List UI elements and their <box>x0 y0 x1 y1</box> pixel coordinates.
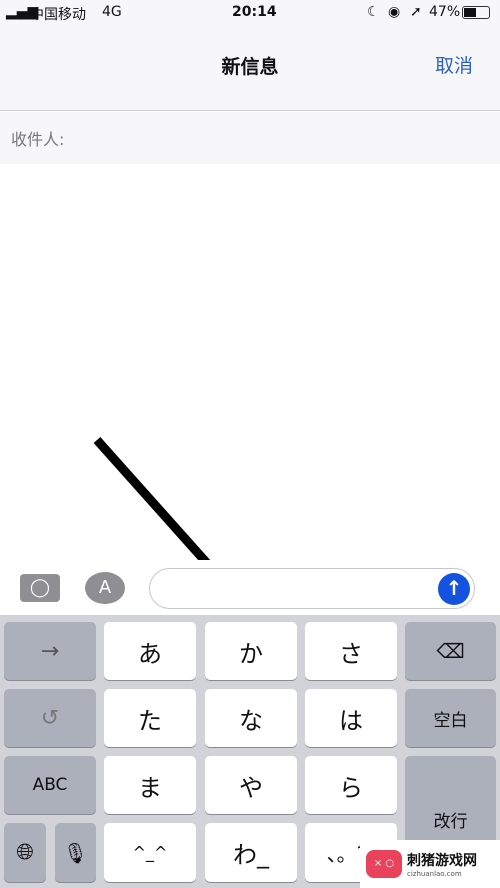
arrow-up-icon: ↑ <box>445 576 463 600</box>
abc-key[interactable]: ABC <box>4 756 96 814</box>
globe-key[interactable]: 🌐︎ <box>4 823 46 882</box>
watermark-name: 刺猪游戏网 <box>407 853 477 869</box>
message-input[interactable]: ↑ <box>149 568 475 609</box>
next-key[interactable]: → <box>4 622 96 680</box>
key-ya[interactable]: や <box>205 756 297 814</box>
key-wa[interactable]: わ_ <box>205 823 297 882</box>
app-store-icon[interactable]: A <box>85 572 125 604</box>
undo-icon: ↺ <box>40 705 60 731</box>
undo-key[interactable]: ↺ <box>4 689 96 747</box>
watermark: × ○ 刺猪游戏网 cizhuanlao.com <box>360 840 500 888</box>
space-key[interactable]: 空白 <box>405 689 496 747</box>
mic-key[interactable]: 🎙︎ <box>55 823 96 882</box>
send-button[interactable]: ↑ <box>438 573 470 605</box>
key-ha[interactable]: は <box>305 689 397 747</box>
watermark-logo: × ○ <box>366 850 402 878</box>
key-na[interactable]: な <box>205 689 297 747</box>
compose-bar: ◯ A ↑ <box>0 560 500 615</box>
key-ka[interactable]: か <box>205 622 297 680</box>
delete-icon: ⌫ <box>436 639 465 663</box>
microphone-icon: 🎙︎ <box>62 840 89 865</box>
key-ma[interactable]: ま <box>104 756 196 814</box>
delete-key[interactable]: ⌫ <box>405 622 496 680</box>
globe-icon: 🌐︎ <box>16 840 34 865</box>
key-a[interactable]: あ <box>104 622 196 680</box>
key-sa[interactable]: さ <box>305 622 397 680</box>
kaomoji-key[interactable]: ^_^ <box>104 823 196 882</box>
watermark-url: cizhuanlao.com <box>407 870 462 878</box>
camera-icon[interactable]: ◯ <box>20 574 60 602</box>
key-ta[interactable]: た <box>104 689 196 747</box>
key-ra[interactable]: ら <box>305 756 397 814</box>
